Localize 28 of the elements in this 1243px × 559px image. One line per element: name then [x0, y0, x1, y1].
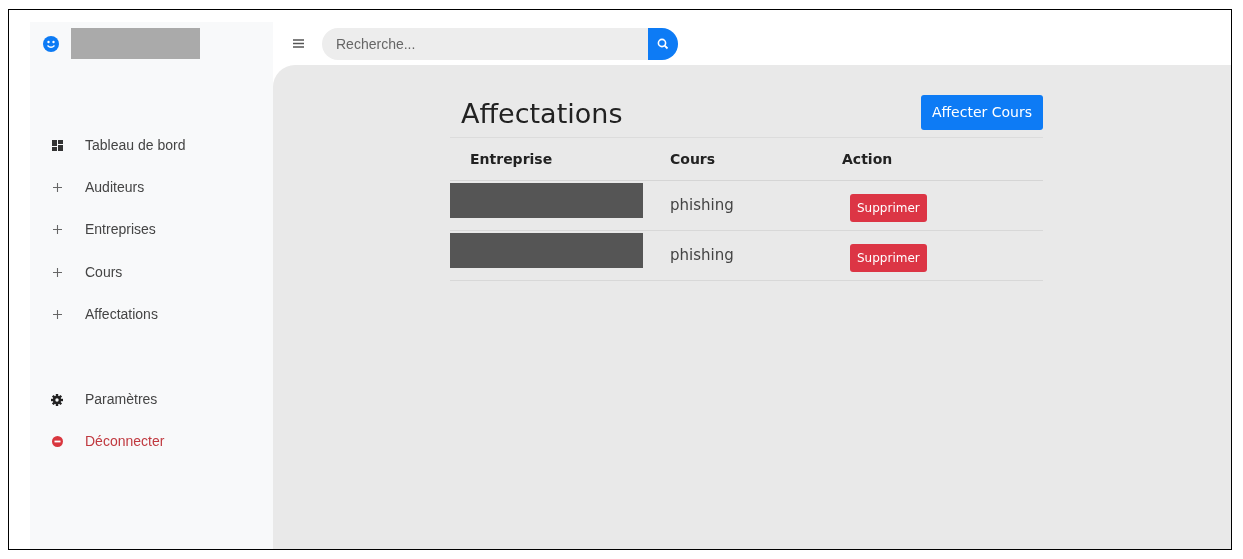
sidebar-link[interactable]: Auditeurs — [85, 176, 145, 198]
search-button[interactable] — [648, 27, 678, 60]
table-cell: phishing — [670, 246, 734, 264]
sidebar-link[interactable]: Affectations — [85, 303, 158, 325]
sidebar-link[interactable]: Paramètres — [85, 389, 158, 411]
delete-button[interactable]: Supprimer — [850, 194, 927, 222]
sidebar-link[interactable]: Déconnecter — [85, 431, 165, 453]
page-title: Affectations — [461, 97, 623, 130]
column-header: Entreprise — [470, 150, 553, 167]
assign-course-button[interactable]: Affecter Cours — [920, 95, 1043, 130]
smiley-icon — [43, 35, 59, 52]
column-header: Action — [842, 150, 893, 167]
plus-icon — [52, 267, 62, 277]
sidebar-link[interactable]: Entreprises — [85, 219, 156, 241]
grid-icon — [51, 139, 63, 151]
sidebar-link[interactable]: Tableau de bord — [85, 134, 186, 156]
plus-icon — [52, 309, 62, 319]
settings-icon — [51, 393, 63, 406]
sidebar-link[interactable]: Cours — [85, 261, 123, 283]
plus-icon — [52, 225, 62, 235]
plus-icon — [52, 182, 62, 192]
delete-button[interactable]: Supprimer — [850, 244, 927, 272]
column-header: Cours — [670, 150, 716, 167]
search-icon — [657, 37, 669, 50]
logout-icon — [51, 436, 63, 448]
menu-icon[interactable] — [293, 39, 304, 48]
search-field[interactable]: Recherche... — [322, 27, 648, 60]
table-cell: phishing — [670, 196, 734, 214]
